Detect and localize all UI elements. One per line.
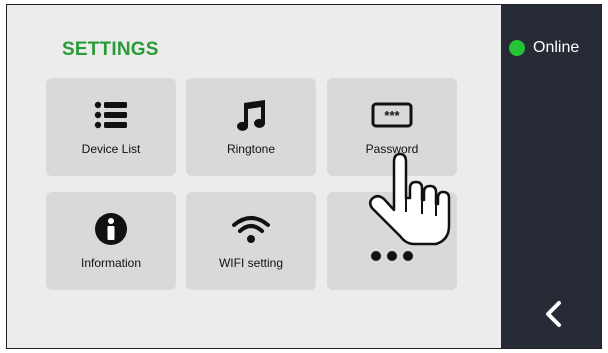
music-note-icon [235, 98, 267, 132]
device-list-tile[interactable]: Device List [46, 78, 176, 176]
ringtone-tile[interactable]: Ringtone [186, 78, 316, 176]
wifi-setting-tile[interactable]: WIFI setting [186, 192, 316, 290]
online-status: Online [509, 39, 579, 57]
status-label: Online [533, 39, 580, 56]
information-tile[interactable]: Information [46, 192, 176, 290]
password-keyboard-icon: *** [371, 98, 413, 132]
tile-label: Ringtone [226, 142, 276, 156]
settings-panel: SETTINGS Device List Ringtone *** Passwo… [7, 5, 501, 348]
status-sidebar: Online [501, 5, 601, 348]
svg-text:***: *** [384, 108, 400, 123]
page-title: SETTINGS [62, 39, 159, 60]
back-button[interactable] [541, 300, 565, 328]
list-icon [94, 98, 128, 132]
status-dot-icon [509, 40, 525, 56]
tile-label: WIFI setting [218, 256, 283, 270]
chevron-left-icon [546, 301, 561, 327]
info-icon [94, 212, 128, 246]
device-screen: SETTINGS Device List Ringtone *** Passwo… [6, 4, 602, 349]
hand-pointer-icon [364, 150, 454, 250]
wifi-icon [231, 212, 271, 246]
tile-label: Device List [81, 142, 141, 156]
tile-label: Information [80, 256, 142, 270]
